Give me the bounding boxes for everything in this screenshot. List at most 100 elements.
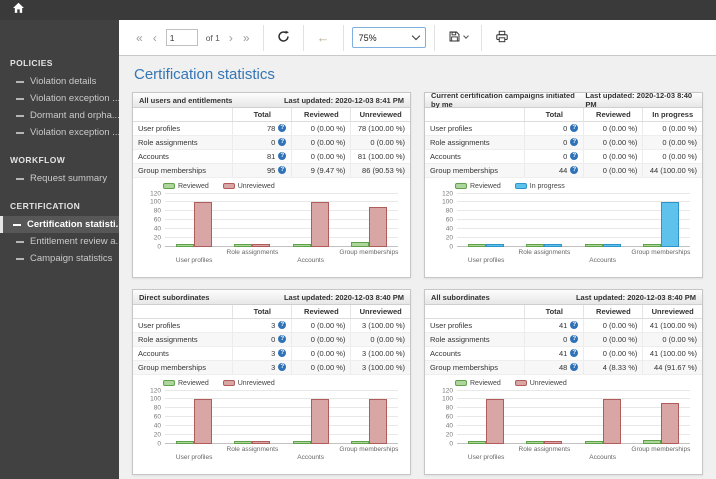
page-input[interactable] bbox=[165, 29, 198, 46]
panel-header: All users and entitlements Last updated:… bbox=[133, 93, 410, 108]
y-axis-label: 20 bbox=[445, 234, 453, 242]
chart: Reviewed Unreviewed 0 20 40 60 80 100 120 User p… bbox=[133, 375, 410, 475]
home-button[interactable] bbox=[9, 2, 27, 18]
prev-page-button[interactable]: ‹ bbox=[148, 31, 162, 45]
y-axis-label: 20 bbox=[445, 431, 453, 439]
unreviewed-value: 44 (91.67 %) bbox=[642, 360, 702, 375]
table-row: User profiles 78? 0 (0.00 %) 78 (100.00 %) bbox=[133, 121, 410, 136]
legend-label: In progress bbox=[529, 182, 565, 190]
reviewed-value: 0 (0.00 %) bbox=[583, 135, 643, 150]
bar bbox=[642, 243, 661, 247]
reviewed-value: 0 (0.00 %) bbox=[291, 121, 351, 136]
help-icon[interactable]: ? bbox=[570, 138, 579, 146]
help-icon[interactable]: ? bbox=[278, 363, 287, 371]
sidebar-item-violation-exception[interactable]: Violation exception ... bbox=[0, 124, 119, 141]
legend-label: Reviewed bbox=[178, 182, 209, 190]
column-header bbox=[425, 108, 525, 122]
total-number: 0 bbox=[563, 137, 568, 147]
last-page-button[interactable]: » bbox=[238, 31, 255, 45]
table-row: Group memberships 48? 4 (8.33 %) 44 (91.67 … bbox=[425, 360, 702, 375]
print-button[interactable] bbox=[490, 30, 514, 46]
x-axis-label: Group memberships bbox=[339, 248, 399, 256]
legend-label: Reviewed bbox=[178, 379, 209, 387]
help-icon[interactable]: ? bbox=[570, 166, 579, 174]
sidebar-item-label: Request summary bbox=[30, 173, 108, 184]
sidebar-item-label: Violation exception ... bbox=[30, 93, 119, 104]
sidebar-item-violation-exception[interactable]: Violation exception ... bbox=[0, 90, 119, 107]
total-value: 3? bbox=[238, 321, 287, 330]
save-button[interactable] bbox=[443, 30, 473, 46]
bar bbox=[194, 399, 213, 444]
total-cell-wrap: 3? bbox=[232, 346, 292, 361]
total-value: 48? bbox=[530, 363, 579, 372]
y-axis-label: 40 bbox=[445, 422, 453, 430]
row-label: User profiles bbox=[133, 121, 233, 136]
help-icon[interactable]: ? bbox=[278, 321, 287, 329]
panel-title: All subordinates bbox=[431, 292, 490, 302]
y-axis-label: 120 bbox=[442, 387, 453, 394]
bar bbox=[350, 440, 369, 444]
legend-swatch bbox=[455, 380, 467, 386]
row-label: Group memberships bbox=[133, 360, 233, 375]
stats-table: Total Reviewed Unreviewed User profiles 3? 0… bbox=[133, 305, 410, 375]
chevron-down-icon bbox=[411, 31, 420, 41]
toolbar-separator bbox=[480, 24, 482, 51]
table-header-row: Total Reviewed Unreviewed bbox=[133, 108, 410, 122]
help-icon[interactable]: ? bbox=[570, 152, 579, 160]
legend-swatch bbox=[222, 183, 235, 189]
help-icon[interactable]: ? bbox=[570, 335, 579, 343]
list-dash-icon bbox=[16, 177, 24, 180]
sidebar-item-campaign-statistics[interactable]: Campaign statistics bbox=[0, 250, 119, 267]
help-icon[interactable]: ? bbox=[570, 321, 579, 329]
zoom-select[interactable]: 75% bbox=[351, 27, 426, 48]
x-axis-label: Group memberships bbox=[631, 248, 691, 256]
help-icon[interactable]: ? bbox=[278, 138, 287, 146]
gridline bbox=[457, 236, 690, 238]
chart-legend: Reviewed In progress bbox=[455, 183, 702, 190]
help-icon[interactable]: ? bbox=[570, 349, 579, 357]
next-page-button[interactable]: › bbox=[224, 31, 238, 45]
legend-label: Unreviewed bbox=[529, 379, 567, 387]
total-value: 0? bbox=[530, 124, 579, 133]
gridline bbox=[457, 389, 690, 391]
help-icon[interactable]: ? bbox=[278, 166, 287, 174]
sidebar-item-entitlement-review-a[interactable]: Entitlement review a... bbox=[0, 233, 119, 250]
y-axis-label: 60 bbox=[153, 216, 161, 224]
help-icon[interactable]: ? bbox=[570, 124, 579, 132]
total-value: 0? bbox=[530, 137, 579, 147]
total-number: 3 bbox=[271, 348, 276, 358]
row-label: Accounts bbox=[133, 346, 233, 361]
table-row: Role assignments 0? 0 (0.00 %) 0 (0.00 %) bbox=[425, 332, 702, 347]
bar bbox=[310, 399, 329, 444]
toolbar: « ‹ of 1 › » ← 75% bbox=[119, 20, 716, 56]
help-icon[interactable]: ? bbox=[278, 152, 287, 160]
table-row: Role assignments 0? 0 (0.00 %) 0 (0.00 %) bbox=[133, 135, 410, 150]
x-axis-label: Group memberships bbox=[631, 445, 691, 453]
refresh-button[interactable] bbox=[272, 30, 295, 46]
y-axis-label: 20 bbox=[153, 431, 161, 439]
help-icon[interactable]: ? bbox=[278, 335, 287, 343]
row-label: Accounts bbox=[425, 346, 525, 361]
legend-swatch bbox=[514, 380, 527, 386]
bar bbox=[194, 202, 213, 247]
sidebar-item-request-summary[interactable]: Request summary bbox=[0, 170, 119, 187]
first-page-button[interactable]: « bbox=[131, 31, 148, 45]
help-icon[interactable]: ? bbox=[570, 363, 579, 371]
help-icon[interactable]: ? bbox=[278, 124, 287, 132]
sidebar-item-certification-statisti[interactable]: Certification statisti... bbox=[0, 216, 119, 233]
chart: Reviewed Unreviewed 0 20 40 60 80 100 120 User p… bbox=[133, 178, 410, 278]
bar bbox=[468, 243, 487, 247]
page-title: Certification statistics bbox=[134, 66, 275, 83]
reviewed-value: 9 (9.47 %) bbox=[291, 163, 351, 178]
back-button[interactable]: ← bbox=[312, 30, 335, 45]
table-row: Accounts 0? 0 (0.00 %) 0 (0.00 %) bbox=[425, 149, 702, 164]
column-header: Total bbox=[232, 305, 292, 319]
legend-swatch bbox=[514, 183, 527, 189]
toolbar-separator bbox=[433, 24, 435, 51]
sidebar-item-dormant-and-orpha[interactable]: Dormant and orpha... bbox=[0, 107, 119, 124]
help-icon[interactable]: ? bbox=[278, 349, 287, 357]
y-axis-label: 0 bbox=[449, 243, 453, 250]
gridline bbox=[165, 192, 398, 194]
total-cell-wrap: 0? bbox=[524, 121, 584, 136]
sidebar-item-violation-details[interactable]: Violation details bbox=[0, 73, 119, 90]
